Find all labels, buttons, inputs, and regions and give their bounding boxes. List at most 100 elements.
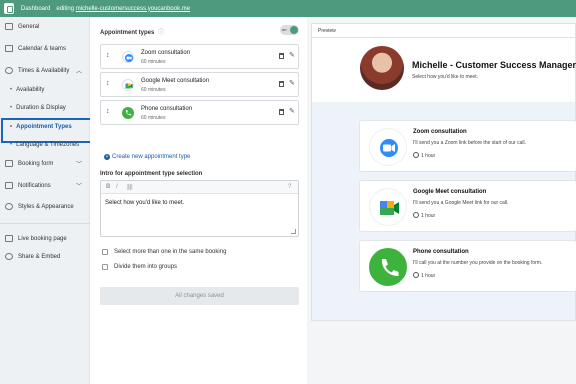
- clock-icon: [5, 67, 13, 74]
- sidebar-item-label: Times & Availability: [18, 67, 70, 74]
- drag-handle-icon[interactable]: ↕: [106, 52, 110, 59]
- pencil-icon[interactable]: ✎: [289, 107, 295, 115]
- trash-icon[interactable]: [279, 53, 284, 59]
- create-appointment-type-link[interactable]: Create new appointment type: [104, 154, 190, 160]
- document-icon: [5, 23, 13, 30]
- envelope-icon: [5, 182, 13, 189]
- trash-icon[interactable]: [279, 109, 284, 115]
- profile-subtitle: Select how you'd like to meet.: [412, 74, 478, 80]
- trash-icon[interactable]: [279, 81, 284, 87]
- sidebar-item-label: Share & Embed: [18, 253, 61, 260]
- sidebar-item-booking-form[interactable]: Booking form ﹀: [0, 160, 90, 168]
- intro-heading: Intro for appointment type selection: [100, 171, 203, 177]
- form-icon: [5, 160, 13, 167]
- card-length: 1 hour: [413, 212, 435, 219]
- bold-icon[interactable]: B: [106, 184, 110, 190]
- sidebar: General Calendar & teams Times & Availab…: [0, 17, 94, 384]
- appointment-type-row[interactable]: ↕ Google Meet consultation 60 minutes ✎: [100, 72, 299, 97]
- sidebar-item-live-booking-page[interactable]: Live booking page: [0, 235, 90, 242]
- avatar: [360, 46, 404, 90]
- appointment-duration: 60 minutes: [141, 115, 166, 121]
- dashboard-link[interactable]: Dashboard: [21, 6, 50, 12]
- link-icon[interactable]: ⛓: [126, 184, 134, 191]
- card-title: Phone consultation: [413, 249, 469, 255]
- editor-toolbar: B I ⛓ ?: [101, 181, 298, 194]
- preview-tab: Preview: [311, 23, 576, 37]
- select-multiple-checkbox[interactable]: Select more than one in the same booking: [102, 249, 226, 255]
- editing-prefix: editing: [56, 5, 75, 12]
- sidebar-item-calendar-teams[interactable]: Calendar & teams: [0, 45, 90, 52]
- google-meet-icon: [122, 79, 134, 91]
- calendar-icon: [5, 45, 13, 52]
- checkbox-label: Divide them into groups: [114, 264, 178, 270]
- external-link-icon: [5, 235, 13, 242]
- sidebar-divider: [0, 223, 90, 224]
- checkbox-label: Select more than one in the same booking: [114, 249, 227, 255]
- help-icon[interactable]: ?: [288, 184, 291, 190]
- preview-card-zoom[interactable]: Zoom consultation I'll send you a Zoom l…: [359, 120, 576, 172]
- app-logo-icon[interactable]: [4, 3, 14, 14]
- card-description: I'll send you a Zoom link before the sta…: [413, 140, 526, 146]
- zoom-icon: [369, 128, 407, 166]
- preview-panel: Preview Michelle - Customer Success Mana…: [307, 17, 576, 384]
- checkbox[interactable]: [102, 249, 108, 255]
- card-description: I'll send you a Google Meet link for our…: [413, 200, 509, 206]
- preview-header: Michelle - Customer Success Manager Sele…: [312, 38, 576, 102]
- appointment-type-row[interactable]: ↕ Phone consultation 60 minutes ✎: [100, 100, 299, 125]
- intro-text-editor[interactable]: B I ⛓ ? Select how you'd like to meet.: [100, 180, 299, 237]
- chevron-down-icon: ﹀: [75, 184, 82, 190]
- italic-icon[interactable]: I: [116, 184, 118, 190]
- card-length: 1 hour: [413, 152, 435, 159]
- preview-tab-label: Preview: [318, 28, 336, 34]
- editing-label: editing michelle-customersuccess.youcanb…: [56, 6, 190, 12]
- preview-card-google-meet[interactable]: Google Meet consultation I'll send you a…: [359, 180, 576, 232]
- sidebar-subitem-appointment-types[interactable]: Appointment Types: [0, 118, 94, 143]
- sidebar-item-styles-appearance[interactable]: Styles & Appearance: [0, 203, 90, 210]
- chevron-up-icon: ︿: [75, 69, 82, 75]
- preview-card-phone[interactable]: Phone consultation I'll call you at the …: [359, 240, 576, 292]
- card-title: Zoom consultation: [413, 129, 467, 135]
- appointment-type-row[interactable]: ↕ Zoom consultation 60 minutes ✎: [100, 44, 299, 69]
- top-bar: Dashboard editing michelle-customersucce…: [0, 0, 576, 17]
- chevron-down-icon: ﹀: [75, 162, 82, 168]
- editing-url-link[interactable]: michelle-customersuccess.youcanbook.me: [76, 6, 190, 12]
- pencil-icon[interactable]: ✎: [289, 79, 295, 87]
- drag-handle-icon[interactable]: ↕: [106, 108, 110, 115]
- sidebar-item-label: Calendar & teams: [18, 45, 67, 52]
- sidebar-subitem-language-timezones[interactable]: Language & Timezones: [0, 142, 90, 148]
- toggle-label: on: [282, 27, 287, 32]
- resize-handle-icon[interactable]: [291, 229, 296, 234]
- card-length: 1 hour: [413, 272, 435, 279]
- card-description: I'll call you at the number you provide …: [413, 260, 543, 266]
- sidebar-item-label: Live booking page: [18, 235, 67, 242]
- appointment-name: Google Meet consultation: [141, 78, 210, 84]
- sidebar-item-times-availability[interactable]: Times & Availability ︿: [0, 67, 90, 75]
- sidebar-item-share-embed[interactable]: Share & Embed: [0, 253, 90, 260]
- intro-text[interactable]: Select how you'd like to meet.: [105, 200, 184, 206]
- drag-handle-icon[interactable]: ↕: [106, 80, 110, 87]
- sidebar-item-label: Styles & Appearance: [18, 203, 74, 210]
- appointment-duration: 60 minutes: [141, 87, 166, 93]
- sidebar-item-general[interactable]: General: [0, 23, 90, 30]
- sidebar-subitem-availability[interactable]: Availability: [0, 87, 90, 93]
- sidebar-item-label: Notifications: [18, 182, 51, 189]
- appointment-types-toggle[interactable]: on: [280, 25, 299, 35]
- pencil-icon[interactable]: ✎: [289, 51, 295, 59]
- sidebar-item-label: General: [18, 23, 40, 30]
- palette-icon: [5, 203, 13, 210]
- profile-name: Michelle - Customer Success Manager: [412, 60, 576, 70]
- divide-groups-checkbox[interactable]: Divide them into groups: [102, 264, 177, 270]
- phone-icon: [369, 248, 407, 286]
- checkbox[interactable]: [102, 264, 108, 270]
- appointment-duration: 60 minutes: [141, 59, 166, 65]
- booking-page-preview: Michelle - Customer Success Manager Sele…: [311, 37, 576, 321]
- info-icon[interactable]: ⓘ: [158, 30, 164, 36]
- appointment-types-heading: Appointment types ⓘ: [100, 27, 164, 36]
- sidebar-item-notifications[interactable]: Notifications ﹀: [0, 182, 90, 190]
- sidebar-subitem-duration-display[interactable]: Duration & Display: [0, 105, 90, 111]
- save-button[interactable]: All changes saved: [100, 287, 299, 305]
- sidebar-item-label: Booking form: [18, 160, 54, 167]
- zoom-icon: [122, 51, 134, 63]
- heading-text: Appointment types: [100, 30, 155, 36]
- appointment-name: Zoom consultation: [141, 50, 191, 56]
